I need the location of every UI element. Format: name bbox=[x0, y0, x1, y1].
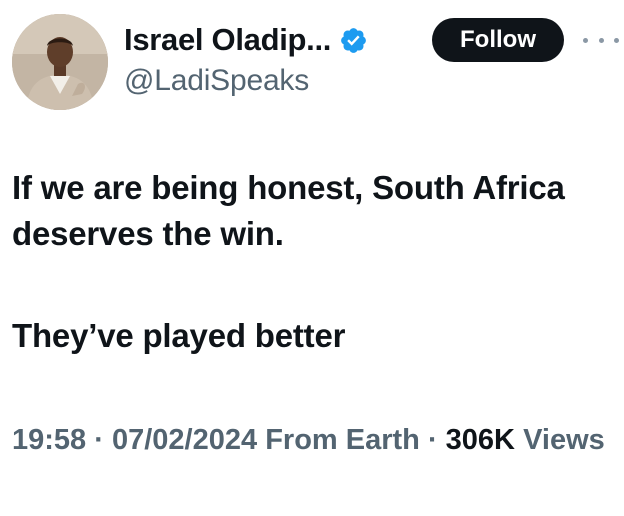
tweet-source: From Earth bbox=[265, 424, 420, 456]
display-name[interactable]: Israel Oladip... bbox=[124, 22, 331, 58]
tweet-paragraph-2: They’ve played better bbox=[12, 317, 346, 354]
name-row: Israel Oladip... bbox=[124, 18, 414, 62]
dot bbox=[583, 37, 588, 43]
meta-separator: · bbox=[94, 424, 104, 456]
follow-button[interactable]: Follow bbox=[432, 18, 564, 62]
avatar-image bbox=[12, 14, 108, 110]
avatar[interactable] bbox=[12, 14, 108, 110]
tweet-meta: 19:58 · 07/02/2024 From Earth · 306K Vie… bbox=[12, 418, 612, 462]
tweet-text: If we are being honest, South Africa des… bbox=[12, 165, 612, 359]
more-options-icon[interactable] bbox=[583, 30, 619, 50]
tweet-time[interactable]: 19:58 bbox=[12, 424, 86, 456]
views-count: 306K bbox=[445, 424, 515, 456]
dot bbox=[614, 37, 619, 43]
views-label: Views bbox=[523, 424, 605, 456]
verified-badge-icon bbox=[339, 26, 368, 55]
author-block: Israel Oladip... @LadiSpeaks bbox=[124, 18, 414, 98]
tweet-paragraph-1: If we are being honest, South Africa des… bbox=[12, 169, 565, 252]
dot bbox=[598, 37, 604, 43]
user-handle[interactable]: @LadiSpeaks bbox=[124, 64, 414, 98]
meta-separator: · bbox=[427, 424, 438, 456]
tweet-date[interactable]: 07/02/2024 bbox=[112, 424, 257, 456]
tweet-card: Israel Oladip... @LadiSpeaks Follow If w… bbox=[0, 0, 624, 516]
